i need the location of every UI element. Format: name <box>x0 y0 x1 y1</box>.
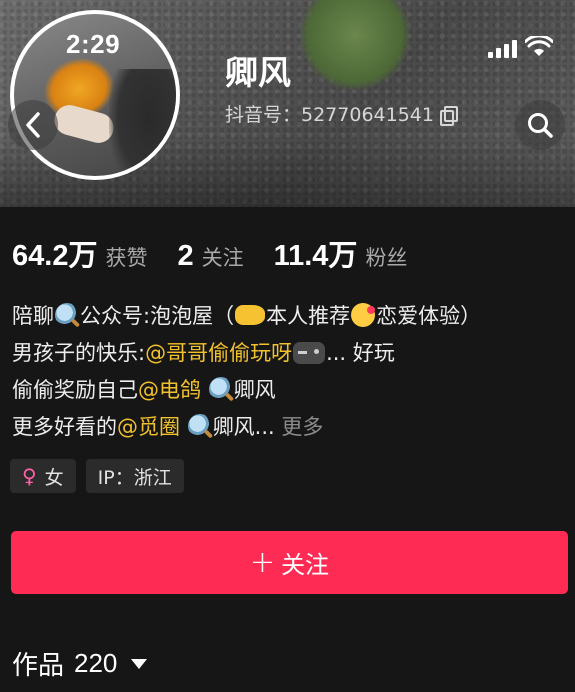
stat-following-label: 关注 <box>201 246 244 270</box>
female-icon: ♀ <box>22 464 37 488</box>
follow-button[interactable]: + 关注 <box>11 531 568 594</box>
caret-down-icon <box>131 658 148 669</box>
works-tab-label: 作品 <box>12 651 65 681</box>
bio-text: 卿风 <box>233 378 276 402</box>
profile-stats: 64.2万 获赞 2 关注 11.4万 粉丝 <box>12 232 437 274</box>
copy-icon[interactable] <box>439 105 458 126</box>
bio-text: 偷偷奖励自己 <box>12 378 138 402</box>
status-time: 2:29 <box>66 29 121 59</box>
bio-more-link[interactable]: 更多 <box>281 415 323 439</box>
stat-likes-value: 64.2万 <box>12 240 98 272</box>
bio-line-1: 陪聊 公众号:泡泡屋（ 本人推荐 恋爱体验） <box>12 298 572 335</box>
ip-tag: IP：浙江 <box>85 459 184 493</box>
pointing-hand-emoji-icon <box>235 305 266 325</box>
stat-likes: 64.2万 获赞 <box>12 232 147 274</box>
bio-text: 陪聊 <box>12 304 54 328</box>
magnifier-emoji-icon <box>208 377 233 401</box>
stat-likes-label: 获赞 <box>105 246 148 270</box>
status-icons <box>488 34 568 58</box>
bio-line-2: 男孩子的快乐:@哥哥偷偷玩呀 ... 好玩 <box>12 335 572 372</box>
bio-mention-link[interactable]: @觅圈 <box>117 415 180 439</box>
plus-icon: + <box>249 544 276 580</box>
bio-text: 本人推荐 <box>266 304 351 328</box>
back-icon <box>26 112 40 138</box>
stat-following-value: 2 <box>177 240 194 272</box>
gender-tag-label: 女 <box>44 466 64 489</box>
bio-line-3: 偷偷奖励自己@电鸽 卿风 <box>12 372 572 409</box>
ip-tag-label: IP：浙江 <box>97 466 172 489</box>
stat-followers-label: 粉丝 <box>365 246 408 270</box>
search-button[interactable] <box>515 100 565 150</box>
bio-text: 公众号:泡泡屋（ <box>80 304 235 328</box>
bio-mention-link[interactable]: @哥哥偷偷玩呀 <box>145 341 292 365</box>
profile-tags: ♀ 女 IP：浙江 <box>10 459 184 493</box>
bio-text: 更多好看的 <box>12 415 117 439</box>
game-controller-emoji-icon <box>293 342 326 364</box>
magnifier-emoji-icon <box>55 303 79 327</box>
magnifier-emoji-icon <box>187 414 212 438</box>
bio-text: 恋爱体验） <box>376 304 482 328</box>
douyin-id-text: 抖音号：52770641541 <box>225 104 434 126</box>
douyin-id[interactable]: 抖音号：52770641541 <box>225 100 458 127</box>
works-count: 220 <box>74 648 118 678</box>
gender-tag: ♀ 女 <box>10 459 76 493</box>
kiss-face-emoji-icon <box>351 303 376 327</box>
bio-text: 卿风... <box>212 415 275 439</box>
bio-line-4: 更多好看的@觅圈 卿风... 更多 <box>12 409 572 446</box>
follow-button-label: 关注 <box>281 551 330 579</box>
profile-name: 卿风 <box>225 53 291 92</box>
bio-text: 男孩子的快乐: <box>12 341 146 365</box>
stat-following[interactable]: 2 关注 <box>177 240 243 273</box>
avatar-shadow <box>109 69 176 176</box>
stat-followers-value: 11.4万 <box>273 240 358 272</box>
profile-bio: 陪聊 公众号:泡泡屋（ 本人推荐 恋爱体验） 男孩子的快乐:@哥哥偷偷玩呀 ... 好玩… <box>12 298 572 446</box>
back-button[interactable] <box>8 100 58 150</box>
signal-icon <box>488 38 517 58</box>
search-icon <box>528 113 553 138</box>
bio-mention-link[interactable]: @电鸽 <box>138 378 201 402</box>
stat-followers[interactable]: 11.4万 粉丝 <box>274 232 408 274</box>
bio-text: ... 好玩 <box>326 341 395 365</box>
wifi-icon <box>525 36 553 56</box>
works-tab[interactable]: 作品 220 <box>12 645 148 682</box>
